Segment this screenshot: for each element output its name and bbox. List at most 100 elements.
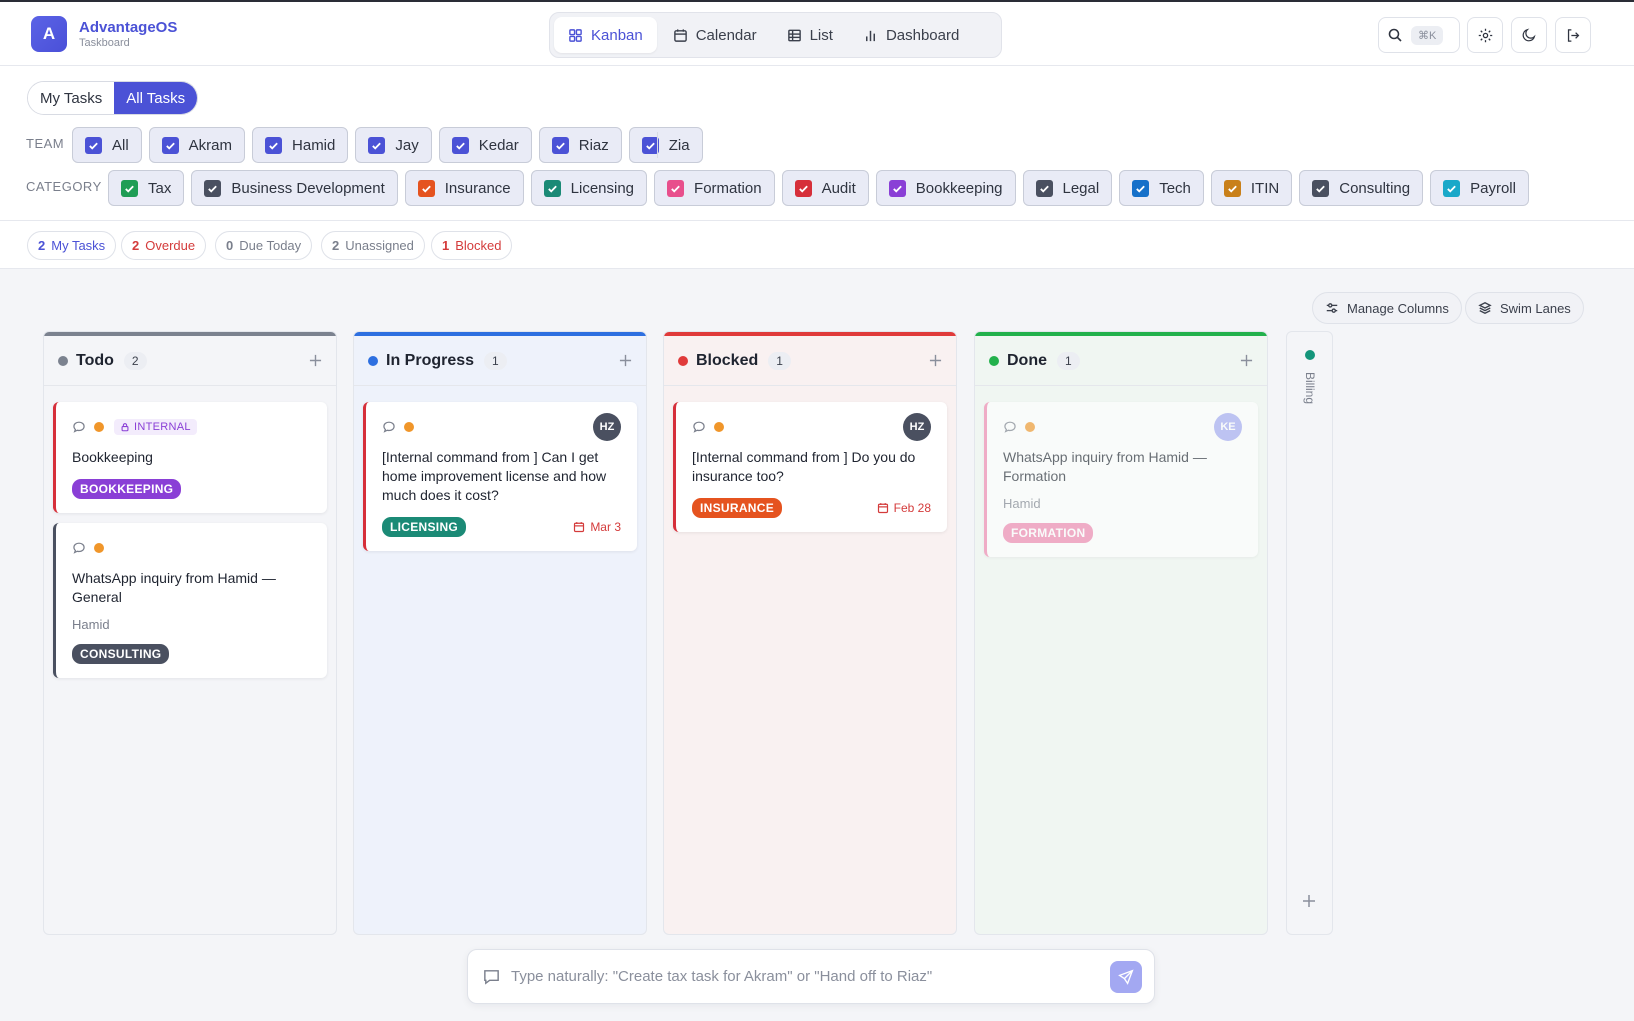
check-icon xyxy=(125,185,134,193)
add-task-button[interactable] xyxy=(619,350,632,373)
stat-unassigned[interactable]: 2 Unassigned xyxy=(321,231,425,260)
avatar[interactable]: KE xyxy=(1214,413,1242,441)
collapsed-column-billing[interactable]: Billing xyxy=(1286,331,1333,935)
checkbox[interactable] xyxy=(121,179,138,197)
search-button[interactable]: ⌘K xyxy=(1378,17,1460,53)
tab-list[interactable]: List xyxy=(773,17,847,53)
add-task-button[interactable] xyxy=(1240,350,1253,373)
swim-lanes-button[interactable]: Swim Lanes xyxy=(1465,292,1584,324)
manage-columns-button[interactable]: Manage Columns xyxy=(1312,292,1462,324)
stat-count: 2 xyxy=(332,238,340,253)
stat-blocked[interactable]: 1 Blocked xyxy=(431,231,513,260)
category-chip-bookkeeping[interactable]: Bookkeeping xyxy=(875,170,1016,206)
chip-label: Riaz xyxy=(578,136,609,154)
add-task-button[interactable] xyxy=(1302,894,1316,911)
stat-label: Blocked xyxy=(455,238,502,253)
checkbox[interactable] xyxy=(161,136,179,154)
chip-label: Business Development xyxy=(231,179,385,197)
category-chip-formation[interactable]: Formation xyxy=(654,170,775,206)
team-chip-jay[interactable]: Jay xyxy=(355,127,432,163)
check-icon xyxy=(208,185,218,193)
chip-label: Tech xyxy=(1159,179,1191,197)
category-chip-tech[interactable]: Tech xyxy=(1119,170,1204,206)
checkbox[interactable] xyxy=(1443,179,1461,197)
column-dot xyxy=(678,356,688,366)
team-chip-zia[interactable]: Zia xyxy=(628,127,703,163)
tab-kanban[interactable]: Kanban xyxy=(554,17,657,53)
theme-toggle-button[interactable] xyxy=(1511,17,1547,53)
category-chip-licensing[interactable]: Licensing xyxy=(530,170,648,206)
team-chip-akram[interactable]: Akram xyxy=(148,127,246,163)
avatar[interactable]: HZ xyxy=(593,413,621,441)
checkbox[interactable] xyxy=(85,136,102,154)
column-header: In Progress 1 xyxy=(354,336,646,386)
checkbox[interactable] xyxy=(265,136,283,154)
tab-dashboard[interactable]: Dashboard xyxy=(849,17,973,53)
category-chip-business-development[interactable]: Business Development xyxy=(191,170,398,206)
lock-icon xyxy=(121,423,129,432)
avatar[interactable]: HZ xyxy=(903,413,931,441)
checkbox[interactable] xyxy=(1035,179,1053,197)
task-card[interactable]: WhatsApp inquiry from Hamid — General Ham… xyxy=(53,523,327,678)
team-chip-kedar[interactable]: Kedar xyxy=(438,127,532,163)
stat-my-tasks[interactable]: 2 My Tasks xyxy=(27,231,117,260)
checkbox[interactable] xyxy=(204,179,222,197)
category-chip-itin[interactable]: ITIN xyxy=(1210,170,1293,206)
task-card[interactable]: KE WhatsApp inquiry from Hamid — Formatio… xyxy=(984,402,1258,557)
logout-button[interactable] xyxy=(1555,17,1591,53)
checkbox[interactable] xyxy=(368,136,386,154)
check-icon xyxy=(555,142,565,150)
category-filter: Tax Business Development Insurance Licensin… xyxy=(108,170,1536,206)
send-button[interactable] xyxy=(1110,960,1142,993)
plus-icon xyxy=(619,354,632,366)
task-card[interactable]: HZ [Internal command from ] Do you do ins… xyxy=(673,402,947,532)
checkbox[interactable] xyxy=(888,179,906,197)
category-chip-consulting[interactable]: Consulting xyxy=(1299,170,1424,206)
app-logo[interactable]: A xyxy=(31,16,67,52)
stat-overdue[interactable]: 2 Overdue xyxy=(121,231,207,260)
tab-calendar[interactable]: Calendar xyxy=(659,17,771,53)
category-chip-legal[interactable]: Legal xyxy=(1022,170,1113,206)
checkbox[interactable] xyxy=(794,179,812,197)
scope-my-tasks[interactable]: My Tasks xyxy=(28,82,115,114)
task-card[interactable]: HZ [Internal command from ] Can I get hom… xyxy=(363,402,637,551)
category-chip-insurance[interactable]: Insurance xyxy=(404,170,524,206)
layers-icon xyxy=(1478,302,1492,314)
checkbox[interactable] xyxy=(667,179,685,197)
checkbox[interactable] xyxy=(417,179,435,197)
column-count: 1 xyxy=(484,352,507,370)
plus-icon xyxy=(309,354,322,366)
team-chip-hamid[interactable]: Hamid xyxy=(252,127,349,163)
column-title: Todo xyxy=(76,352,114,369)
priority-dot xyxy=(94,422,104,432)
check-icon xyxy=(892,185,902,193)
checkbox[interactable] xyxy=(451,136,469,154)
category-chip-payroll[interactable]: Payroll xyxy=(1430,170,1529,206)
team-chip-all[interactable]: All xyxy=(72,127,142,163)
checkbox[interactable] xyxy=(1312,179,1330,197)
task-card[interactable]: INTERNAL Bookkeeping BOOKKEEPING xyxy=(53,402,327,513)
category-chip-audit[interactable]: Audit xyxy=(781,170,869,206)
scope-all-tasks[interactable]: All Tasks xyxy=(114,82,198,114)
checkbox[interactable] xyxy=(1132,179,1150,197)
add-task-button[interactable] xyxy=(309,350,322,373)
checkbox[interactable] xyxy=(543,179,561,197)
column-blocked: Blocked 1 HZ [Internal command from ] Do yo… xyxy=(663,331,957,935)
calendar-icon xyxy=(574,522,585,533)
team-chip-riaz[interactable]: Riaz xyxy=(538,127,622,163)
chip-label: Payroll xyxy=(1470,179,1516,197)
stat-due-today[interactable]: 0 Due Today xyxy=(215,231,313,260)
scope-toggle: My Tasks All Tasks xyxy=(27,81,199,115)
checkbox[interactable] xyxy=(551,136,569,154)
comment-icon xyxy=(73,542,85,554)
category-chip-tax[interactable]: Tax xyxy=(108,170,185,206)
check-icon xyxy=(455,142,465,150)
plus-icon xyxy=(1240,354,1253,366)
settings-button[interactable] xyxy=(1467,17,1503,53)
add-task-button[interactable] xyxy=(929,350,942,373)
checkbox[interactable] xyxy=(1223,179,1241,197)
command-input[interactable] xyxy=(511,968,1110,985)
tab-label: Kanban xyxy=(591,26,643,44)
chip-label: Legal xyxy=(1062,179,1100,197)
stat-label: Due Today xyxy=(239,238,302,253)
